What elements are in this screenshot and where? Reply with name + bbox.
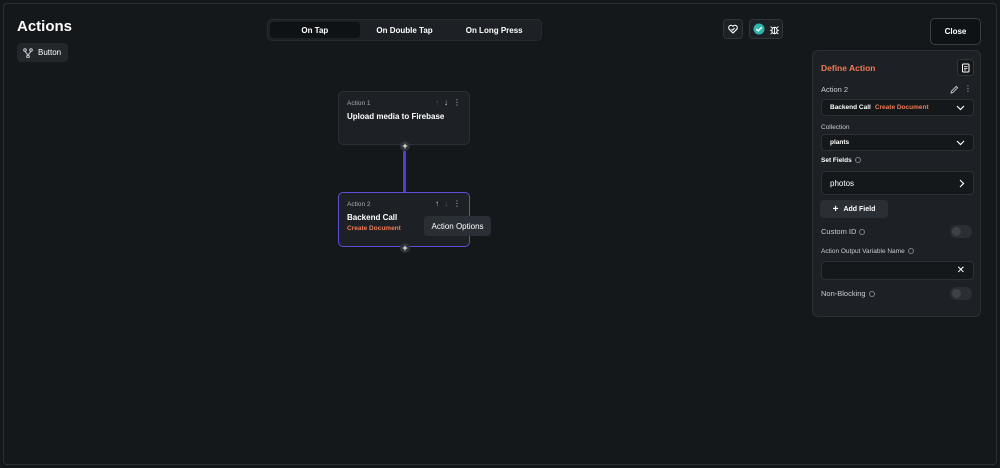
- info-icon: [854, 157, 861, 164]
- tab-on-tap[interactable]: On Tap: [270, 22, 360, 38]
- check-circle-icon: [753, 23, 764, 35]
- info-icon: [868, 291, 875, 298]
- info-icon: [907, 248, 914, 255]
- non-blocking-label: Non-Blocking: [821, 289, 866, 298]
- more-vertical-icon[interactable]: ⋮: [964, 84, 972, 93]
- arrow-up-icon[interactable]: ↑: [435, 200, 439, 208]
- close-button[interactable]: Close: [930, 18, 981, 45]
- action-options-tooltip: Action Options: [424, 216, 491, 236]
- set-fields-label: Set Fields: [821, 157, 852, 164]
- document-icon: [961, 63, 969, 72]
- custom-id-toggle[interactable]: [950, 225, 972, 238]
- custom-id-label: Custom ID: [821, 227, 857, 236]
- field-item-name: photos: [830, 178, 855, 188]
- collection-label: Collection: [821, 124, 850, 131]
- heart-icon: [728, 24, 738, 34]
- edit-icon[interactable]: [950, 85, 959, 94]
- custom-id-heading: Custom ID: [821, 227, 866, 236]
- output-variable-label: Action Output Variable Name: [821, 248, 905, 255]
- more-vertical-icon[interactable]: ⋮: [453, 99, 461, 107]
- trigger-tabs: On Tap On Double Tap On Long Press: [267, 19, 542, 41]
- chip-label: Button: [38, 48, 62, 57]
- bug-icon: [769, 25, 779, 34]
- output-variable-input[interactable]: ✕: [821, 261, 974, 280]
- clear-icon[interactable]: ✕: [957, 265, 965, 276]
- node-controls: ↑ ↓ ⋮: [435, 99, 461, 107]
- tab-on-long-press[interactable]: On Long Press: [449, 22, 539, 38]
- action-connector: [403, 151, 406, 193]
- action-type-select[interactable]: Backend Call Create Document: [821, 99, 974, 116]
- document-button[interactable]: [957, 59, 974, 76]
- node-title: Upload media to Firebase: [347, 112, 445, 121]
- validation-debug-button[interactable]: [749, 19, 783, 39]
- collection-value: plants: [830, 139, 850, 146]
- branch-icon: [23, 47, 33, 58]
- chevron-right-icon: [959, 179, 965, 187]
- non-blocking-toggle[interactable]: [950, 287, 972, 300]
- add-field-button[interactable]: + Add Field: [820, 200, 888, 218]
- arrow-up-icon[interactable]: ↑: [435, 99, 439, 107]
- page-title: Actions: [17, 18, 73, 35]
- action-node-1[interactable]: Action 1 Upload media to Firebase ↑ ↓ ⋮: [338, 91, 470, 145]
- collection-select[interactable]: plants: [821, 134, 974, 151]
- arrow-down-icon[interactable]: ↓: [444, 200, 448, 208]
- output-variable-heading: Action Output Variable Name: [821, 248, 914, 255]
- non-blocking-heading: Non-Blocking: [821, 289, 875, 298]
- arrow-down-icon[interactable]: ↓: [444, 99, 448, 107]
- plus-icon[interactable]: +: [400, 243, 410, 253]
- action-name-label: Action 2: [821, 85, 849, 94]
- info-icon: [859, 229, 866, 236]
- plus-icon: +: [832, 203, 839, 215]
- field-item-photos[interactable]: photos: [821, 171, 974, 195]
- favorite-button[interactable]: [723, 19, 743, 39]
- widget-chip[interactable]: Button: [17, 43, 68, 62]
- more-vertical-icon[interactable]: ⋮: [453, 200, 461, 208]
- action-type-primary: Backend Call: [830, 104, 871, 111]
- set-fields-heading: Set Fields: [821, 157, 861, 164]
- node-controls: ↑ ↓ ⋮: [435, 200, 461, 208]
- plus-icon[interactable]: +: [400, 141, 410, 151]
- tab-on-double-tap[interactable]: On Double Tap: [360, 22, 450, 38]
- action-type-secondary: Create Document: [874, 104, 929, 111]
- add-field-label: Add Field: [843, 205, 876, 213]
- chevron-down-icon: [956, 105, 965, 110]
- panel-title: Define Action: [821, 63, 876, 73]
- chevron-down-icon: [956, 140, 965, 145]
- define-action-panel: Define Action Action 2 ⋮ Backend Call Cr…: [812, 50, 981, 317]
